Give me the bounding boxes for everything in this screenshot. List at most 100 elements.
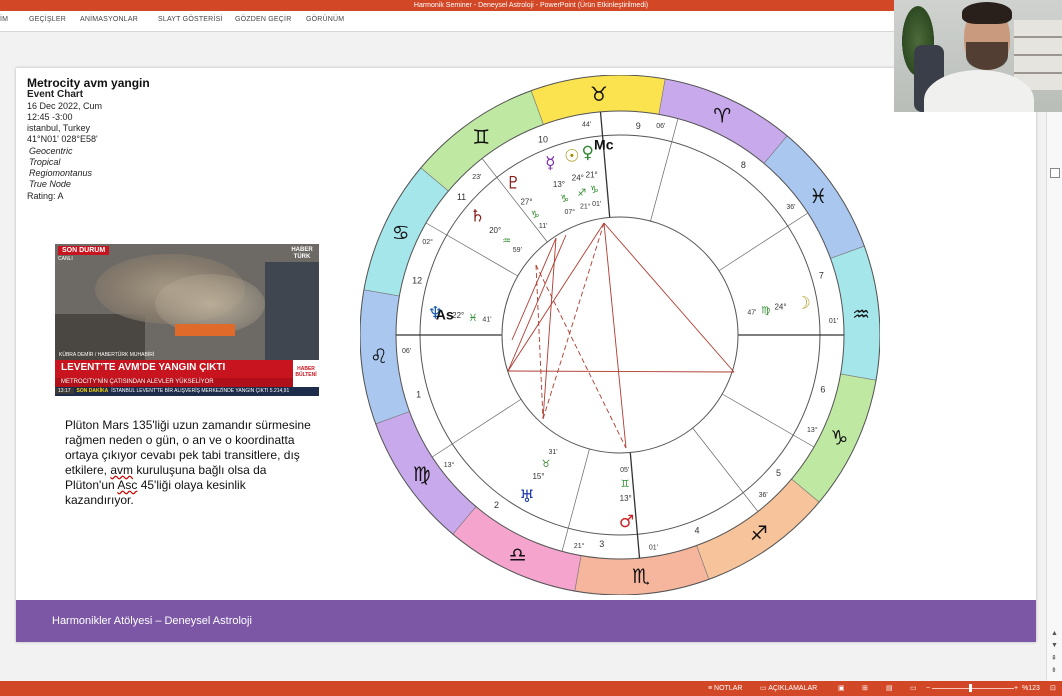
zodiac-sign-glyph: ♈ (713, 104, 731, 128)
ticker-time: 13:17 (55, 388, 74, 394)
house-number: 9 (636, 121, 641, 131)
house-number: 8 (741, 160, 746, 170)
slide[interactable]: Metrocity avm yangin Event Chart 16 Dec … (16, 68, 1036, 642)
person-beard (966, 42, 1008, 70)
webcam-video[interactable] (894, 0, 1062, 112)
planet-sign: ♐ (577, 188, 586, 199)
slide-description[interactable]: Plüton Mars 135'liği uzun zamandır sürme… (65, 418, 313, 508)
house-degree: 01' (649, 544, 658, 551)
zodiac-sign-glyph: ♏ (632, 564, 650, 588)
tab-gorunum[interactable]: GÖRÜNÜM (306, 16, 344, 23)
house-degree: 21° (574, 542, 585, 550)
planet-glyph: ♄ (470, 206, 485, 226)
reading-view-icon[interactable]: ▤ (886, 681, 893, 696)
house-degree: 36' (786, 204, 795, 211)
tower-shape (265, 262, 319, 372)
news-screenshot-image[interactable]: SON DURUM CANLI HABER TÜRK KÜBRA DEMİR /… (55, 244, 319, 396)
house-number: 12 (412, 276, 422, 286)
house-number: 10 (538, 135, 548, 145)
planet-degree: 20° (489, 226, 501, 235)
planet-degree: 13° (620, 494, 632, 503)
planet-degree: 24° (774, 303, 786, 312)
planet-glyph: ♂ (619, 512, 634, 532)
notes-label: NOTLAR (714, 685, 743, 692)
chart-tropical: Tropical (29, 157, 61, 167)
planet-sign: ♍ (761, 305, 770, 316)
chart-house-system: Regiomontanus (29, 168, 93, 178)
ticker-value: 5.214,91 (269, 388, 290, 394)
house-degree: 06' (656, 123, 665, 130)
planet-glyph: ♀ (581, 143, 593, 163)
planet-minute: 59' (513, 247, 522, 254)
comments-button[interactable]: ▭ AÇIKLAMALAR (760, 681, 817, 696)
zoom-out-icon[interactable]: − (926, 681, 930, 696)
zodiac-sign-glyph: ♍ (413, 462, 431, 486)
zoom-slider-knob[interactable] (969, 684, 972, 692)
zodiac-sign-glyph: ♓ (809, 184, 827, 208)
slide-sorter-icon[interactable]: ⊞ (862, 681, 868, 696)
house-degree: 01' (829, 318, 838, 325)
planet-glyph: ☉ (564, 146, 579, 166)
planet-minute: 41' (482, 317, 491, 324)
tab-gozden-gecir[interactable]: GÖZDEN GEÇİR (235, 16, 291, 23)
planet-degree: 21° (586, 170, 598, 179)
footer-text: Harmonikler Atölyesi – Deneysel Astroloj… (52, 615, 252, 627)
news-badge: SON DURUM (58, 246, 110, 255)
house-degree: 36' (759, 492, 768, 499)
planet-sign: ♉ (542, 459, 551, 470)
house-degree: 13° (807, 426, 818, 434)
astrology-chart-wheel[interactable]: ♉ ♊ ♋ ♌ ♍ ♎ ♏ ♐ ♑ ♒ ♓ ♈ 1 06' 2 13° 3 21° 4 01' 5 36' 6 13° 7 01… (360, 75, 880, 595)
planet-glyph: ♅ (519, 487, 534, 507)
tab-animasyonlar[interactable]: ANİMASYONLAR (80, 16, 138, 23)
zodiac-sign-glyph: ♎ (509, 542, 527, 566)
notes-button[interactable]: ≡ NOTLAR (708, 681, 742, 696)
planet-glyph: ☿ (545, 154, 555, 174)
chart-type: Event Chart (27, 89, 84, 100)
shelf-shape (1014, 20, 1062, 90)
planet-sign: ♊ (621, 479, 630, 490)
planet-sign: ♑ (531, 210, 540, 221)
planet-minute: 01' (592, 201, 601, 208)
news-bulletin-label: HABER BÜLTENİ (293, 360, 319, 387)
chart-node: True Node (29, 179, 71, 189)
scroll-up-icon[interactable]: ▲ (1051, 630, 1058, 637)
tab-slayt-gosterisi[interactable]: SLAYT GÖSTERİSİ (158, 16, 223, 23)
zoom-in-icon[interactable]: + (1014, 681, 1018, 696)
scrollbar-thumb[interactable] (1050, 168, 1060, 178)
next-slide-icon[interactable]: ⇟ (1051, 666, 1057, 674)
tab-ekle[interactable]: İM (0, 16, 8, 23)
planet-degree: 27° (520, 197, 532, 206)
news-subheadline: METROCITY'NİN ÇATISINDAN ALEVLER YÜKSELİ… (55, 378, 293, 387)
chart-coordinates: 41°N01' 028°E58' (27, 134, 98, 144)
news-reporter: KÜBRA DEMİR / HABERTÜRK MUHABİRİ (59, 352, 155, 358)
planet-degree: 24° (572, 174, 584, 183)
comments-label: AÇIKLAMALAR (768, 685, 818, 692)
planet-degree: 13° (553, 180, 565, 189)
ticker-label: SON DAKİKA (76, 388, 109, 394)
zoom-slider[interactable] (932, 688, 1014, 689)
chart-rating: Rating: A (27, 191, 64, 201)
normal-view-icon[interactable]: ▣ (838, 681, 845, 696)
midheaven-label: Mc (594, 137, 614, 153)
planet-sign: ♑ (590, 185, 599, 196)
house-number: 7 (819, 270, 824, 280)
slide-footer: Harmonikler Atölyesi – Deneysel Astroloj… (16, 600, 1036, 642)
planet-minute: 31' (548, 449, 557, 456)
news-headline: LEVENT'TE AVM'DE YANGIN ÇIKTI (61, 362, 226, 373)
planet-minute: 11' (539, 223, 548, 230)
zoom-level[interactable]: %123 (1022, 681, 1040, 696)
inner-circle (501, 216, 739, 454)
description-asc: Asc (117, 478, 138, 492)
zodiac-sign-glyph: ♌ (370, 344, 388, 368)
planet-degree: 15° (532, 472, 544, 481)
vertical-scrollbar[interactable]: ▲ ▼ ⇞ ⇟ (1046, 32, 1062, 681)
tab-gecisler[interactable]: GEÇİŞLER (29, 16, 66, 23)
fit-slide-icon[interactable]: ⊡ (1050, 681, 1056, 696)
scroll-down-icon[interactable]: ▼ (1051, 642, 1058, 649)
planet-minute: 21° (580, 203, 591, 211)
house-number: 1 (416, 390, 421, 400)
house-degree: 23' (472, 174, 481, 181)
slideshow-icon[interactable]: ▭ (910, 681, 917, 696)
prev-slide-icon[interactable]: ⇞ (1051, 654, 1057, 662)
house-number: 2 (494, 500, 499, 510)
